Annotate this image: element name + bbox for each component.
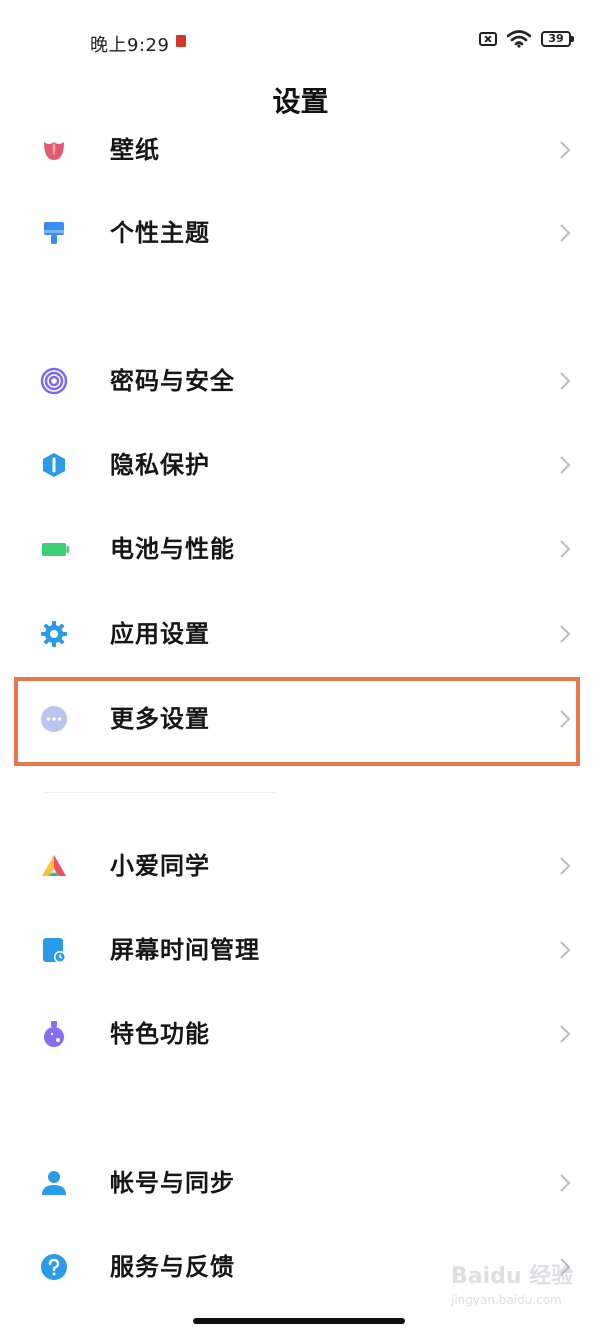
settings-item-label: 电池与性能	[110, 535, 235, 563]
watermark-url: jingyan.baidu.com	[451, 1293, 562, 1307]
chevron-right-icon	[560, 1174, 571, 1192]
settings-item-xiaoai[interactable]: 小爱同学	[0, 824, 601, 908]
baidu-watermark: Baidu 经验 jingyan.baidu.com	[451, 1253, 591, 1323]
highlight-annotation-box	[14, 677, 580, 766]
settings-item-label: 个性主题	[110, 219, 210, 247]
battery-status-icon: 39	[541, 31, 574, 47]
battery-icon	[42, 543, 69, 556]
settings-item-passwords-security[interactable]: 密码与安全	[0, 339, 601, 423]
screen-time-icon	[43, 938, 66, 963]
person-icon	[42, 1171, 66, 1195]
help-icon	[41, 1254, 67, 1280]
settings-item-features[interactable]: 特色功能	[0, 992, 601, 1076]
settings-item-themes[interactable]: 个性主题	[0, 191, 601, 275]
settings-item-label: 密码与安全	[110, 367, 235, 395]
settings-item-apps[interactable]: 应用设置	[0, 592, 601, 676]
settings-item-label: 壁纸	[110, 136, 160, 164]
settings-item-label: 特色功能	[110, 1020, 210, 1048]
settings-item-label: 应用设置	[110, 620, 210, 648]
chevron-right-icon	[560, 857, 571, 875]
flask-icon	[44, 1021, 64, 1047]
chevron-right-icon	[560, 141, 571, 159]
settings-item-label: 帐号与同步	[110, 1169, 235, 1197]
no-sim-icon	[479, 32, 497, 46]
fingerprint-icon	[40, 367, 68, 395]
chevron-right-icon	[560, 372, 571, 390]
settings-item-account-sync[interactable]: 帐号与同步	[0, 1141, 601, 1225]
settings-item-screen-time[interactable]: 屏幕时间管理	[0, 908, 601, 992]
shield-icon	[43, 453, 65, 477]
watermark-brand: Baidu 经验	[451, 1264, 574, 1289]
chevron-right-icon	[560, 224, 571, 242]
chevron-right-icon	[560, 625, 571, 643]
settings-item-privacy[interactable]: 隐私保护	[0, 423, 601, 507]
settings-item-label: 屏幕时间管理	[110, 936, 260, 964]
status-icons: 39	[479, 30, 574, 48]
xiaoai-icon	[42, 855, 66, 876]
settings-item-label: 隐私保护	[110, 451, 210, 479]
chevron-right-icon	[560, 456, 571, 474]
tulip-icon	[44, 142, 64, 160]
wifi-icon	[507, 30, 531, 48]
section-divider	[45, 792, 275, 793]
home-indicator[interactable]	[193, 1318, 405, 1324]
paint-brush-icon	[44, 222, 64, 244]
chevron-right-icon	[560, 540, 571, 558]
notification-icon	[176, 35, 186, 47]
gear-icon	[41, 621, 67, 647]
status-bar: 晚上9:29 39	[0, 0, 601, 70]
settings-item-label: 服务与反馈	[110, 1253, 235, 1281]
chevron-right-icon	[560, 941, 571, 959]
status-time: 晚上9:29	[90, 35, 170, 56]
settings-item-battery[interactable]: 电池与性能	[0, 507, 601, 591]
settings-item-wallpaper[interactable]: 壁纸	[0, 108, 601, 192]
chevron-right-icon	[560, 1025, 571, 1043]
settings-item-label: 小爱同学	[110, 852, 210, 880]
